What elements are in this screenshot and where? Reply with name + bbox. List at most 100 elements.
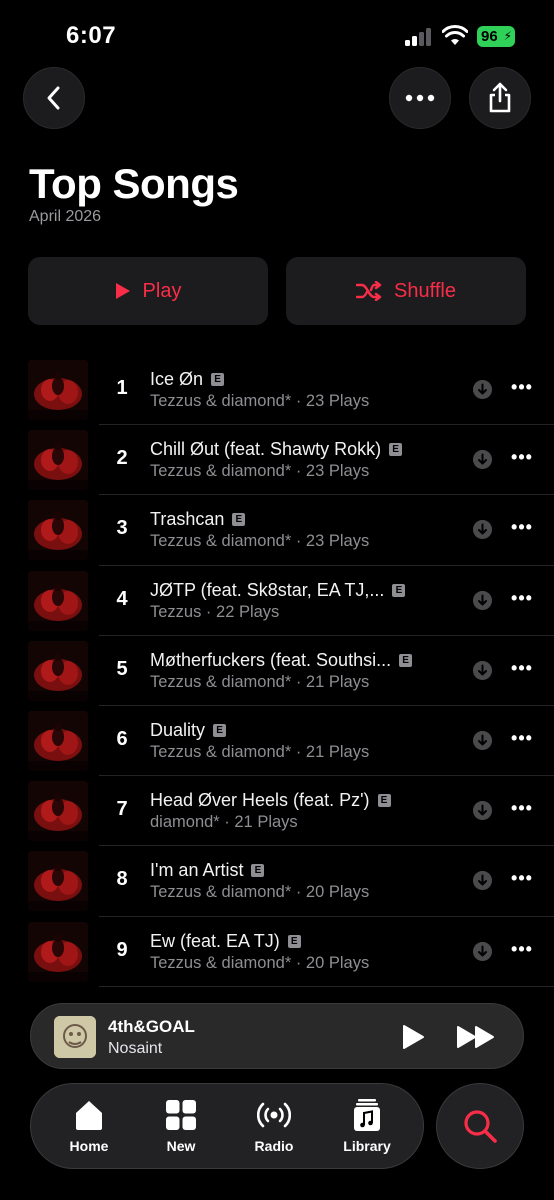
back-button[interactable] [23,67,85,129]
more-options-button[interactable] [389,67,451,129]
song-more-button[interactable]: ••• [511,589,533,611]
status-bar: 6:07 96 ⚡ [0,0,554,70]
album-artwork [28,851,88,912]
song-row[interactable]: 7 Head Øver Heels (feat. Pz') Ediamond* · … [0,776,554,847]
song-title: Chill Øut (feat. Shawty Rokk) [150,439,382,460]
downloaded-icon [473,520,492,540]
song-title-line: Head Øver Heels (feat. Pz') E [150,790,391,811]
album-artwork [28,430,88,491]
downloaded-icon [473,730,492,750]
battery-level: 96 [481,28,498,45]
shuffle-icon [356,281,382,301]
song-artist-plays: Tezzus & diamond* · 20 Plays [150,953,370,972]
shuffle-label: Shuffle [394,279,456,302]
play-icon[interactable] [401,1024,425,1050]
album-artwork [28,360,88,420]
mini-player-artist: Nosaint [108,1040,163,1057]
tab-new-label: New [166,1138,196,1154]
explicit-badge: E [392,583,406,597]
song-more-button[interactable]: ••• [511,518,533,540]
song-more-button[interactable]: ••• [511,799,533,821]
cellular-signal-icon [405,28,435,46]
charging-bolt-icon: ⚡ [503,29,512,43]
explicit-badge: E [399,653,413,667]
grid-icon [166,1100,196,1130]
song-more-button[interactable]: ••• [511,940,533,962]
song-title: I'm an Artist [150,860,244,881]
song-artist-plays: Tezzus & diamond* · 20 Plays [150,883,370,902]
page-subtitle: April 2026 [29,208,102,225]
explicit-badge: E [232,513,246,527]
song-rank: 6 [116,727,128,750]
mini-player-artwork [54,1016,96,1058]
song-more-button[interactable]: ••• [511,869,533,891]
downloaded-icon [473,801,492,821]
song-row[interactable]: 2 Chill Øut (feat. Shawty Rokk) E Tezzus & … [0,425,554,496]
song-title: Head Øver Heels (feat. Pz') [150,790,370,811]
song-artist-plays: Tezzus & diamond* · 21 Plays [150,742,370,761]
battery-indicator: 96 ⚡ [477,26,515,47]
song-artist-plays: Tezzus & diamond* · 23 Plays [150,392,370,410]
song-more-button[interactable]: ••• [511,378,533,400]
album-artwork [28,710,88,771]
chevron-left-icon [47,86,60,110]
library-icon [354,1099,380,1131]
downloaded-icon [473,590,492,610]
tab-new[interactable]: New [141,1098,221,1154]
album-artwork [28,921,88,982]
tab-library[interactable]: Library [327,1098,407,1154]
song-title: Møtherfuckers (feat. Southsi... [150,649,392,670]
mini-player-title: 4th&GOAL [108,1017,195,1036]
song-rank: 1 [116,377,128,399]
song-row[interactable]: 9 Ew (feat. EA TJ) E Tezzus & diamond* · 20… [0,917,554,987]
wifi-icon [442,25,468,45]
explicit-badge: E [287,934,301,948]
song-more-button[interactable]: ••• [511,448,533,470]
row-divider [99,985,554,987]
downloaded-icon [473,941,492,961]
album-artwork [28,781,88,842]
tab-radio[interactable]: Radio [234,1098,314,1154]
search-icon [464,1110,497,1143]
play-label: Play [142,279,182,302]
fast-forward-icon[interactable] [456,1024,496,1050]
play-icon [115,283,130,299]
song-rank: 9 [116,938,128,961]
downloaded-icon [473,450,492,470]
tab-home-label: Home [69,1138,109,1154]
song-title: Ew (feat. EA TJ) [150,930,280,951]
shuffle-button[interactable]: Shuffle [286,257,526,325]
song-list: 1 Ice Øn E Tezzus & diamond* · 23 Plays ••• 2… [0,355,554,987]
song-artist-plays: Tezzus · 22 Plays [150,602,280,621]
song-row[interactable]: 5 Møtherfuckers (feat. Southsi... E Tezzus … [0,636,554,706]
song-row[interactable]: 4 JØTP (feat. Sk8star, EA TJ,... E Tezzus ·… [0,566,554,636]
song-row[interactable]: 6 Duality E Tezzus & diamond* · 21 Plays ••• [0,706,554,777]
share-button[interactable] [469,67,531,129]
downloaded-icon [473,380,492,399]
song-more-button[interactable]: ••• [511,729,533,751]
song-row[interactable]: 3 Trashcan E Tezzus & diamond* · 23 Plays ••… [0,495,554,566]
song-row[interactable]: 1 Ice Øn E Tezzus & diamond* · 23 Plays ••• [0,355,554,426]
song-artist-plays: Tezzus & diamond* · 23 Plays [150,532,370,551]
explicit-badge: E [389,443,403,457]
song-rank: 7 [116,798,128,821]
explicit-badge: E [211,373,225,386]
search-button[interactable] [436,1083,524,1169]
play-button[interactable]: Play [28,257,268,325]
song-rank: 5 [116,657,128,680]
mini-player[interactable]: 4th&GOAL Nosaint [30,1003,524,1069]
ellipsis-icon [405,94,435,102]
tab-home[interactable]: Home [49,1098,129,1154]
song-artist-plays: Tezzus & diamond* · 23 Plays [150,462,370,481]
song-more-button[interactable]: ••• [511,659,533,681]
song-row[interactable]: 8 I'm an Artist E Tezzus & diamond* · 20 Pl… [0,846,554,917]
home-icon [76,1101,102,1130]
tab-library-label: Library [343,1138,391,1154]
song-title-line: Møtherfuckers (feat. Southsi... E [150,649,413,671]
song-title-line: Duality E [150,720,227,741]
song-rank: 8 [116,868,128,891]
song-title-line: Ew (feat. EA TJ) E [150,931,301,952]
downloaded-icon [473,660,492,680]
song-title-line: JØTP (feat. Sk8star, EA TJ,... E [150,580,406,601]
song-title-line: Ice Øn E [150,369,225,390]
